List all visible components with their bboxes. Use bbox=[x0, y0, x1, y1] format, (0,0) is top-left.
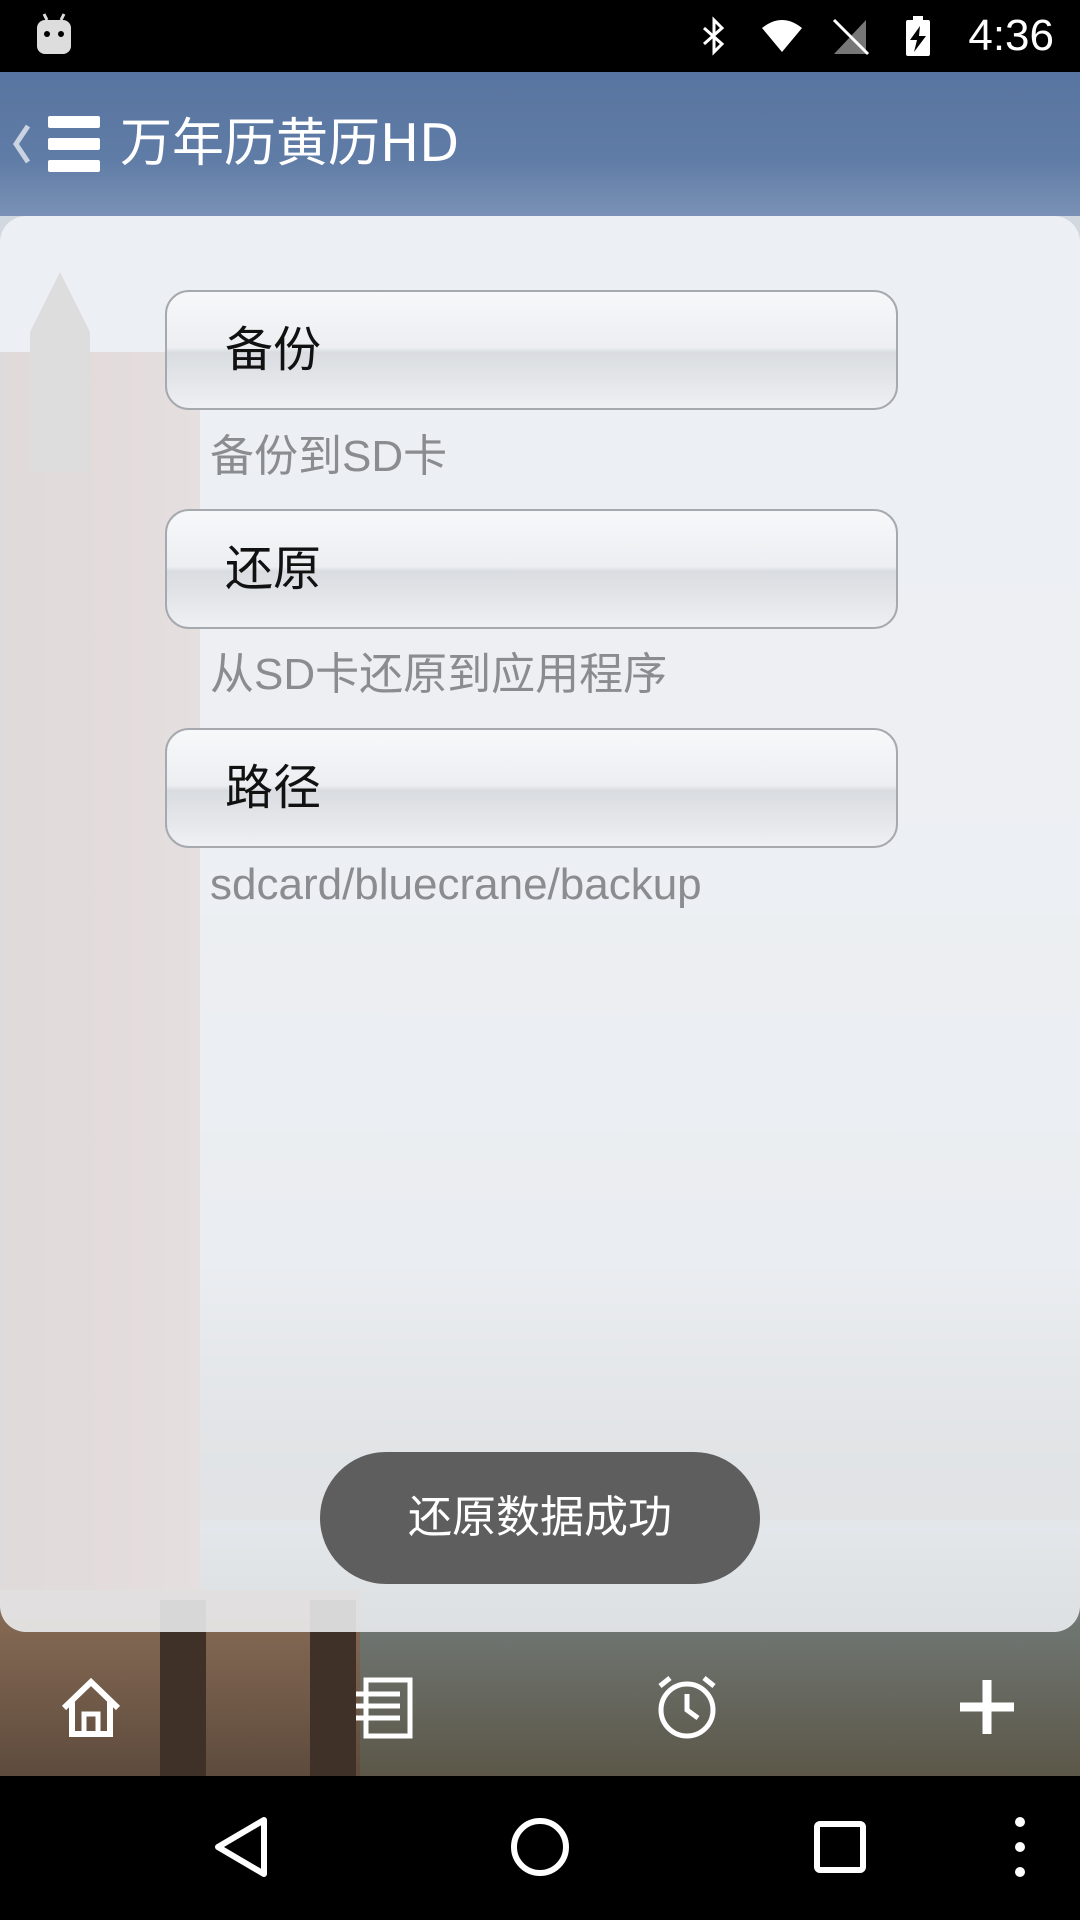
android-icon bbox=[37, 13, 71, 54]
status-bar: 4:36 bbox=[0, 0, 1080, 72]
no-sim-icon bbox=[833, 18, 870, 56]
backup-panel bbox=[0, 216, 1080, 1632]
toast-message: 还原数据成功 bbox=[320, 1452, 760, 1584]
app-title: 万年历黄历HD bbox=[120, 114, 460, 174]
app-bar: 万年历黄历HD bbox=[0, 72, 1080, 216]
restore-description: 从SD卡还原到应用程序 bbox=[210, 650, 668, 699]
home-circle-icon[interactable] bbox=[505, 1812, 575, 1882]
recents-icon[interactable] bbox=[805, 1812, 875, 1882]
backup-button[interactable]: 备份 bbox=[165, 290, 898, 410]
plus-icon[interactable] bbox=[952, 1672, 1022, 1742]
path-description: sdcard/bluecrane/backup bbox=[210, 860, 702, 909]
restore-button[interactable]: 还原 bbox=[165, 509, 898, 629]
alarm-clock-icon[interactable] bbox=[652, 1672, 722, 1742]
restore-button-label: 还原 bbox=[225, 541, 322, 597]
backup-description: 备份到SD卡 bbox=[210, 432, 448, 481]
navigation-bar bbox=[0, 1776, 1080, 1920]
path-button-label: 路径 bbox=[225, 760, 322, 816]
overflow-menu-icon[interactable] bbox=[1000, 1812, 1070, 1882]
bluetooth-icon bbox=[703, 16, 725, 56]
path-button[interactable]: 路径 bbox=[165, 728, 898, 848]
backup-button-label: 备份 bbox=[225, 322, 322, 378]
home-icon[interactable] bbox=[56, 1672, 126, 1742]
battery-charging-icon bbox=[906, 16, 931, 56]
menu-icon[interactable] bbox=[48, 116, 100, 172]
clock: 4:36 bbox=[968, 11, 1054, 60]
back-icon[interactable] bbox=[206, 1812, 276, 1882]
back-chevron-icon[interactable] bbox=[10, 120, 32, 168]
wifi-icon bbox=[762, 20, 803, 52]
list-icon[interactable] bbox=[352, 1672, 422, 1742]
